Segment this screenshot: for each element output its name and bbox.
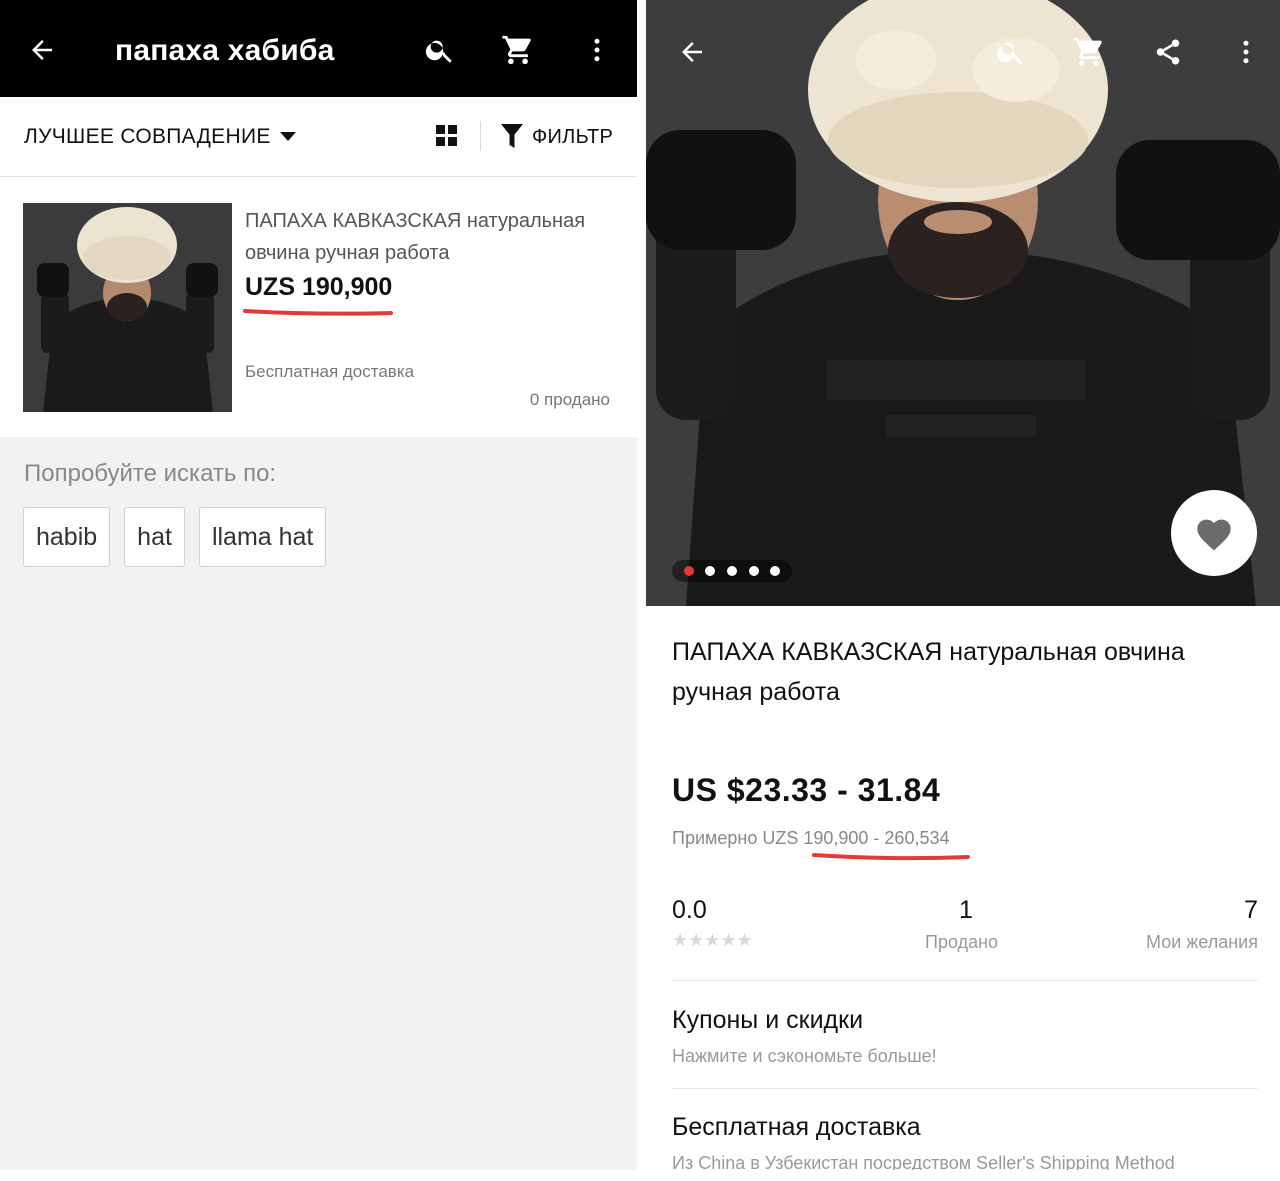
gallery-pager[interactable] xyxy=(672,560,792,582)
suggestions-label: Попробуйте искать по: xyxy=(24,460,277,487)
coupons-row[interactable]: Купоны и скидки xyxy=(672,1006,863,1035)
arrow-left-icon xyxy=(682,42,702,62)
share-icon xyxy=(1156,39,1180,65)
product-card[interactable]: ПАПАХА КАВКАЗСКАЯ натуральная овчина руч… xyxy=(0,177,637,437)
product-stats: 0.0 ★★★★★ 1 Продано 7 Мои желания xyxy=(672,896,1258,956)
pager-dot[interactable] xyxy=(770,566,781,576)
approx-range: 190,900 - 260,534 xyxy=(803,828,950,848)
product-title[interactable]: ПАПАХА КАВКАЗСКАЯ натуральная овчина руч… xyxy=(245,205,615,269)
cart-button[interactable] xyxy=(498,30,538,70)
red-underline-mark xyxy=(243,309,393,316)
suggestion-chip[interactable]: habib xyxy=(23,507,111,567)
caret-down-icon[interactable] xyxy=(280,132,296,141)
wishlist-count: 7 xyxy=(1244,896,1258,924)
pager-dot[interactable] xyxy=(705,566,716,576)
product-gallery[interactable] xyxy=(646,0,1280,606)
delivery-subtitle[interactable]: Из China в Узбекистан посредством Seller… xyxy=(672,1153,1175,1170)
shipping-label: Бесплатная доставка xyxy=(245,362,415,381)
sold-label: Продано xyxy=(925,932,999,952)
suggestion-chips: habib hat llama hat xyxy=(23,507,327,567)
sold-count: 0 продано xyxy=(529,390,610,409)
wishlist-label: Мои желания xyxy=(1146,932,1258,952)
pager-dot[interactable] xyxy=(748,566,759,576)
divider xyxy=(480,121,481,151)
wishlist-button[interactable] xyxy=(1171,490,1257,576)
filter-icon[interactable] xyxy=(500,123,524,149)
search-results-screen: папаха хабиба ЛУЧШЕЕ СОВПАДЕНИЕ ФИЛЬТР П… xyxy=(0,0,637,1170)
pager-dot[interactable] xyxy=(683,566,694,576)
sold-value: 1 xyxy=(959,896,973,924)
search-button[interactable] xyxy=(420,30,460,70)
search-icon xyxy=(425,40,452,63)
filter-button[interactable]: ФИЛЬТР xyxy=(532,126,613,149)
arrow-left-icon xyxy=(32,40,52,60)
product-thumbnail[interactable] xyxy=(23,203,232,412)
cart-icon xyxy=(502,35,531,65)
suggestion-chip[interactable]: hat xyxy=(124,507,185,567)
divider xyxy=(672,1088,1258,1089)
rating-value: 0.0 xyxy=(672,896,707,924)
suggestion-chip[interactable]: llama hat xyxy=(198,507,327,567)
more-vert-icon xyxy=(1243,40,1249,64)
heart-icon xyxy=(1197,519,1231,551)
product-detail-screen: ПАПАХА КАВКАЗСКАЯ натуральная овчина руч… xyxy=(646,0,1280,1170)
share-button[interactable] xyxy=(1148,32,1188,72)
pager-dot[interactable] xyxy=(726,566,737,576)
divider xyxy=(672,980,1258,981)
cart-icon xyxy=(1073,37,1102,67)
search-query-title[interactable]: папаха хабиба xyxy=(115,34,334,68)
delivery-row[interactable]: Бесплатная доставка xyxy=(672,1113,921,1142)
product-title: ПАПАХА КАВКАЗСКАЯ натуральная овчина руч… xyxy=(672,638,1185,706)
grid-view-icon[interactable] xyxy=(436,125,458,147)
app-bar: папаха хабиба xyxy=(0,0,637,97)
product-price: US $23.33 - 31.84 xyxy=(672,772,941,808)
search-icon xyxy=(996,42,1023,65)
coupons-subtitle[interactable]: Нажмите и сэкономьте больше! xyxy=(672,1046,937,1067)
cart-button[interactable] xyxy=(1069,32,1109,72)
sort-filter-bar: ЛУЧШЕЕ СОВПАДЕНИЕ ФИЛЬТР xyxy=(0,97,637,177)
search-button[interactable] xyxy=(991,32,1031,72)
approx-prefix: Примерно UZS xyxy=(672,828,804,848)
more-menu-button[interactable] xyxy=(1226,32,1266,72)
back-button[interactable] xyxy=(672,32,712,72)
sort-dropdown[interactable]: ЛУЧШЕЕ СОВПАДЕНИЕ xyxy=(24,125,271,149)
rating-stars[interactable]: ★★★★★ xyxy=(672,930,753,951)
more-vert-icon xyxy=(594,38,600,62)
red-underline-mark xyxy=(812,853,970,861)
back-button[interactable] xyxy=(22,30,62,70)
product-price: UZS 190,900 xyxy=(245,273,393,301)
product-photo-icon xyxy=(23,203,232,412)
more-menu-button[interactable] xyxy=(577,30,617,70)
approx-price: Примерно UZS 190,900 - 260,534 xyxy=(672,828,950,849)
